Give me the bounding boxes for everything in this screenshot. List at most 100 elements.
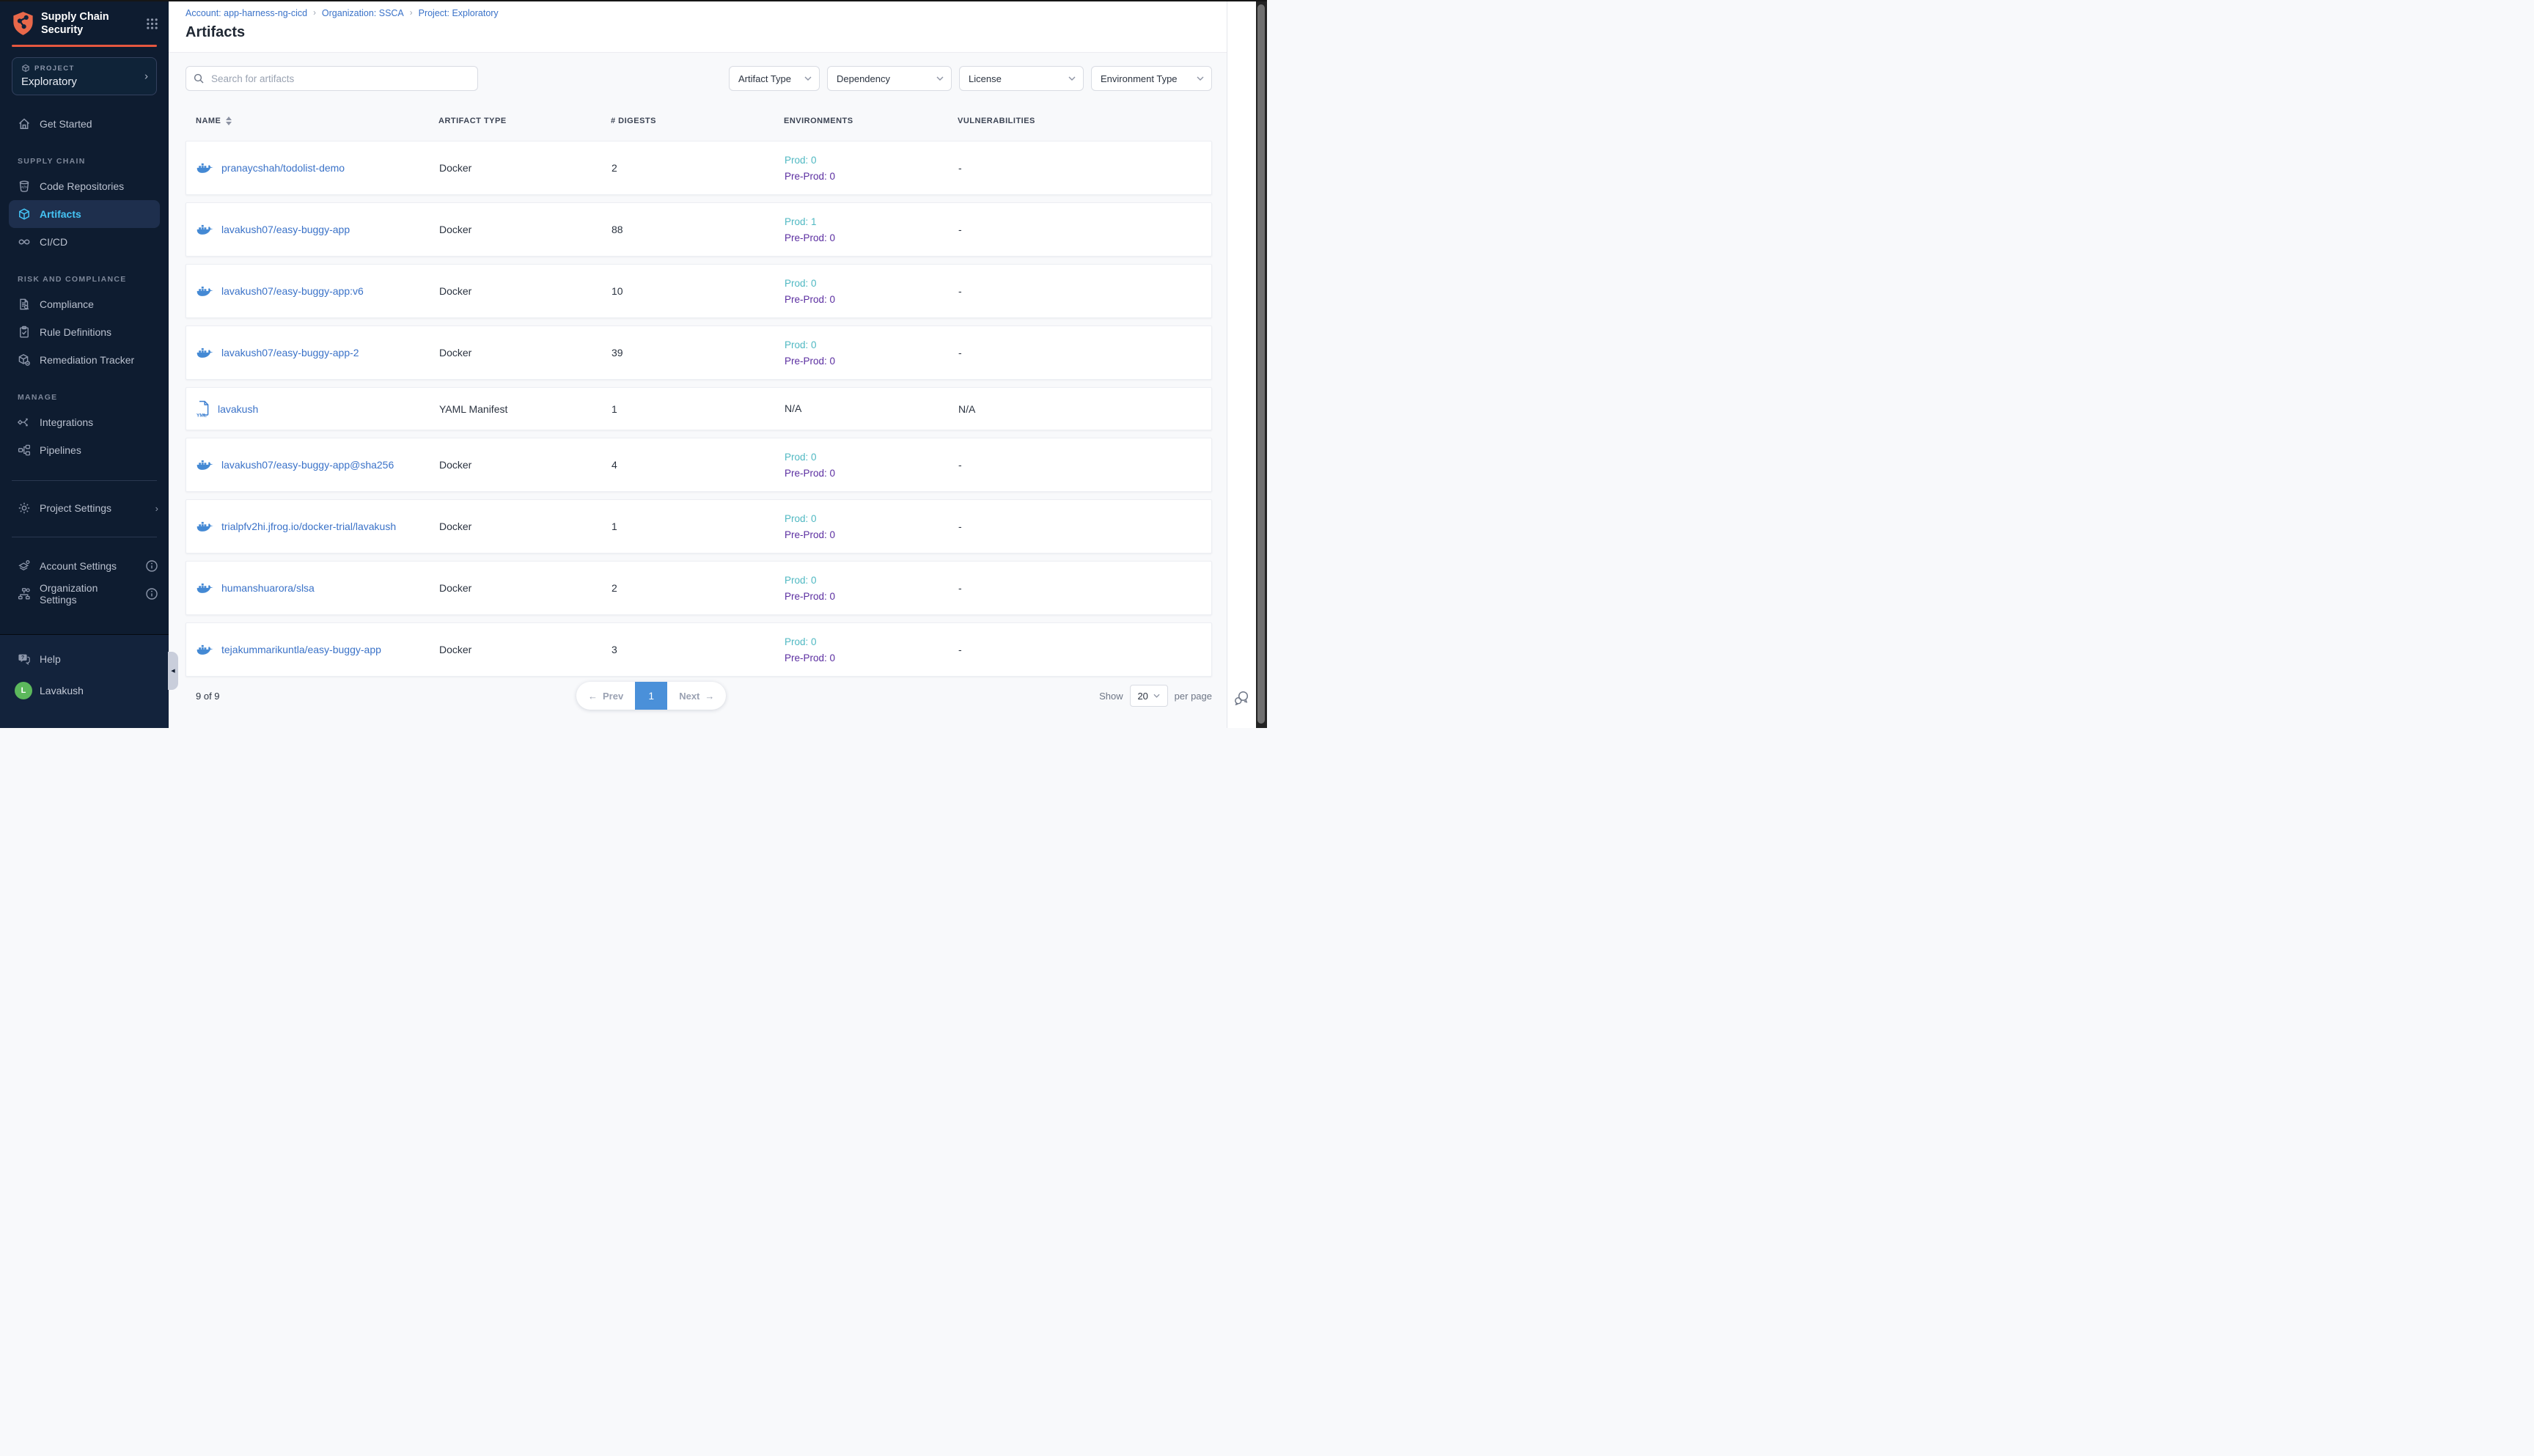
digest-count-value: 3	[612, 644, 785, 655]
filter-artifact-type[interactable]: Artifact Type	[729, 66, 820, 91]
info-icon[interactable]	[145, 559, 158, 573]
window-top-edge	[0, 0, 1267, 1]
artifact-name-link[interactable]: tejakummarikuntla/easy-buggy-app	[221, 644, 381, 655]
current-page-button[interactable]: 1	[635, 682, 667, 710]
table-row[interactable]: YML lavakush07/easy-buggy-app Docker 88 …	[186, 202, 1212, 257]
prod-environment-link[interactable]: Prod: 0	[785, 155, 958, 166]
user-name: Lavakush	[40, 685, 84, 696]
prod-environment-link[interactable]: Prod: 0	[785, 575, 958, 586]
table-body: YML pranaycshah/todolist-demo Docker 2 P…	[186, 141, 1212, 677]
column-header-name[interactable]: NAME	[196, 117, 438, 125]
table-header: NAME ARTIFACT TYPE # DIGESTS ENVIRONMENT…	[186, 110, 1212, 132]
digest-count-value: 2	[612, 582, 785, 594]
filter-dependency[interactable]: Dependency	[827, 66, 952, 91]
breadcrumb-organization-link[interactable]: Organization: SSCA	[322, 8, 404, 18]
preprod-environment-link[interactable]: Pre-Prod: 0	[785, 652, 958, 663]
artifact-name-link[interactable]: humanshuarora/slsa	[221, 582, 315, 594]
breadcrumb-project-link[interactable]: Project: Exploratory	[419, 8, 499, 18]
vulnerabilities-value: -	[958, 582, 1211, 594]
docker-icon	[197, 161, 213, 174]
sidebar-item-integrations[interactable]: Integrations	[0, 408, 169, 436]
preprod-environment-link[interactable]: Pre-Prod: 0	[785, 294, 958, 305]
sidebar-collapse-handle[interactable]: ◀	[168, 652, 178, 690]
sidebar-item-cicd[interactable]: CI/CD	[0, 228, 169, 256]
sidebar-item-help[interactable]: ? Help	[0, 645, 169, 673]
prod-environment-link[interactable]: Prod: 0	[785, 278, 958, 289]
next-page-button[interactable]: Next →	[667, 682, 726, 710]
pagination: ← Prev 1 Next →	[576, 682, 726, 710]
project-selector[interactable]: PROJECT Exploratory ›	[12, 57, 157, 95]
preprod-environment-link[interactable]: Pre-Prod: 0	[785, 468, 958, 479]
sort-icon[interactable]	[226, 117, 232, 125]
sidebar-item-account-settings[interactable]: Account Settings	[0, 552, 169, 580]
sidebar-item-project-settings[interactable]: Project Settings ›	[0, 494, 169, 522]
preprod-environment-link[interactable]: Pre-Prod: 0	[785, 529, 958, 540]
page-size-select[interactable]: 20	[1130, 685, 1168, 707]
artifact-type-value: Docker	[439, 521, 612, 532]
info-icon[interactable]	[145, 587, 158, 600]
artifact-name-link[interactable]: lavakush07/easy-buggy-app-2	[221, 347, 359, 359]
table-row[interactable]: YML lavakush07/easy-buggy-app:v6 Docker …	[186, 264, 1212, 318]
breadcrumb-account-link[interactable]: Account: app-harness-ng-cicd	[186, 8, 307, 18]
scrollbar[interactable]	[1256, 0, 1267, 728]
docker-icon	[197, 520, 213, 533]
code-repository-icon: </>	[18, 180, 31, 193]
digest-count-value: 2	[612, 162, 785, 174]
artifact-name-link[interactable]: trialpfv2hi.jfrog.io/docker-trial/lavaku…	[221, 521, 396, 532]
org-chart-gear-icon	[18, 587, 31, 600]
artifact-type-value: YAML Manifest	[439, 403, 612, 415]
sidebar-item-organization-settings[interactable]: Organization Settings	[0, 580, 169, 608]
sidebar-item-code-repositories[interactable]: </> Code Repositories	[0, 172, 169, 200]
artifact-name-link[interactable]: lavakush07/easy-buggy-app@sha256	[221, 459, 394, 471]
table-row[interactable]: YML trialpfv2hi.jfrog.io/docker-trial/la…	[186, 499, 1212, 554]
preprod-environment-link[interactable]: Pre-Prod: 0	[785, 232, 958, 243]
vulnerabilities-value: -	[958, 162, 1211, 174]
brand-underline	[12, 45, 157, 47]
sidebar-item-compliance[interactable]: Compliance	[0, 290, 169, 318]
preprod-environment-link[interactable]: Pre-Prod: 0	[785, 171, 958, 182]
sidebar-item-artifacts[interactable]: Artifacts	[9, 200, 160, 228]
table-row[interactable]: YML humanshuarora/slsa Docker 2 Prod: 0 …	[186, 561, 1212, 615]
table-row[interactable]: YML tejakummarikuntla/easy-buggy-app Doc…	[186, 622, 1212, 677]
preprod-environment-link[interactable]: Pre-Prod: 0	[785, 356, 958, 367]
filter-license[interactable]: License	[959, 66, 1084, 91]
table-footer: 9 of 9 ← Prev 1 Next → Show 20	[186, 681, 1212, 710]
sidebar-item-rule-definitions[interactable]: Rule Definitions	[0, 318, 169, 346]
table-row[interactable]: YML lavakush YAML Manifest 1 N/A N/A	[186, 387, 1212, 430]
prod-environment-link[interactable]: Prod: 1	[785, 216, 958, 227]
scrollbar-thumb[interactable]	[1257, 4, 1265, 724]
table-row[interactable]: YML pranaycshah/todolist-demo Docker 2 P…	[186, 141, 1212, 195]
digest-count-value: 10	[612, 285, 785, 297]
sidebar-item-get-started[interactable]: Get Started	[0, 110, 169, 138]
artifact-name-link[interactable]: lavakush	[218, 403, 258, 415]
prev-page-button[interactable]: ← Prev	[576, 682, 635, 710]
search-input[interactable]	[210, 73, 470, 85]
sidebar-item-remediation-tracker[interactable]: Remediation Tracker	[0, 346, 169, 374]
support-chat-icon[interactable]	[1233, 690, 1251, 707]
table-row[interactable]: YML lavakush07/easy-buggy-app-2 Docker 3…	[186, 326, 1212, 380]
digest-count-value: 1	[612, 521, 785, 532]
artifact-name-link[interactable]: lavakush07/easy-buggy-app	[221, 224, 350, 235]
artifact-name-link[interactable]: pranaycshah/todolist-demo	[221, 162, 345, 174]
home-icon	[18, 117, 31, 130]
main-area: Account: app-harness-ng-cicd › Organizat…	[169, 0, 1227, 728]
box-wrench-icon	[18, 353, 31, 367]
user-profile[interactable]: L Lavakush	[0, 673, 169, 699]
module-switcher-icon[interactable]	[146, 18, 158, 30]
vulnerabilities-value: -	[958, 224, 1211, 235]
sidebar-item-pipelines[interactable]: Pipelines	[0, 436, 169, 464]
prod-environment-link[interactable]: Prod: 0	[785, 452, 958, 463]
search-box[interactable]	[186, 66, 478, 91]
prod-environment-link[interactable]: Prod: 0	[785, 513, 958, 524]
prod-environment-link[interactable]: Prod: 0	[785, 636, 958, 647]
help-chat-icon: ?	[18, 652, 31, 666]
app-window: Supply ChainSecurity PROJECT Exploratory…	[0, 0, 1267, 728]
preprod-environment-link[interactable]: Pre-Prod: 0	[785, 591, 958, 602]
column-header-artifact-type: ARTIFACT TYPE	[438, 117, 611, 125]
table-row[interactable]: YML lavakush07/easy-buggy-app@sha256 Doc…	[186, 438, 1212, 492]
vulnerabilities-value: -	[958, 644, 1211, 655]
filter-environment-type[interactable]: Environment Type	[1091, 66, 1212, 91]
prod-environment-link[interactable]: Prod: 0	[785, 339, 958, 350]
artifact-type-value: Docker	[439, 285, 612, 297]
artifact-name-link[interactable]: lavakush07/easy-buggy-app:v6	[221, 285, 364, 297]
